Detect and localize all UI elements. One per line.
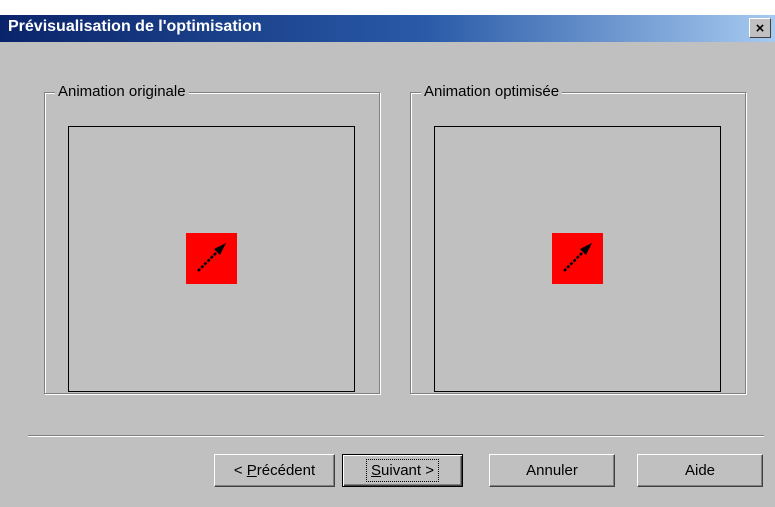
button-separator [28, 435, 764, 437]
original-sprite [186, 233, 237, 284]
optimized-animation-label: Animation optimisée [421, 83, 563, 100]
optimized-animation-group: Animation optimisée [410, 83, 746, 394]
arrow-cursor-icon [563, 243, 592, 272]
cancel-button[interactable]: Annuler [489, 454, 615, 487]
title-bar[interactable]: Prévisualisation de l'optimisation × [0, 15, 775, 42]
next-button[interactable]: Suivant > [342, 454, 463, 487]
original-animation-group: Animation originale [44, 83, 380, 394]
original-animation-preview [68, 126, 355, 392]
original-animation-label: Animation originale [55, 83, 189, 100]
window-title: Prévisualisation de l'optimisation [8, 18, 262, 35]
close-button[interactable]: × [749, 18, 771, 38]
next-button-label: Suivant > [366, 459, 439, 482]
help-button-label: Aide [684, 462, 716, 479]
optimized-animation-preview [434, 126, 721, 392]
cancel-button-label: Annuler [526, 462, 578, 479]
arrow-cursor-icon [197, 243, 226, 272]
close-icon: × [755, 19, 765, 37]
optimized-sprite [552, 233, 603, 284]
dialog-window: Prévisualisation de l'optimisation × Ani… [0, 15, 775, 507]
previous-button-label: < Précédent [233, 462, 316, 479]
previous-button[interactable]: < Précédent [214, 454, 335, 487]
help-button[interactable]: Aide [637, 454, 763, 487]
